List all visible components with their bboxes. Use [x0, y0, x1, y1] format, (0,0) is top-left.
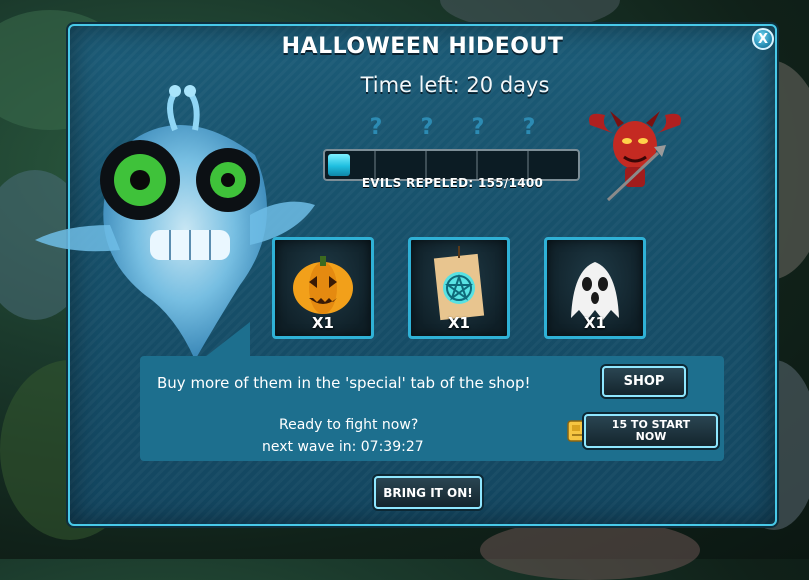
milestone-marker: ?: [420, 115, 434, 140]
bring-it-on-button[interactable]: BRING IT ON!: [374, 476, 482, 509]
progress-fill: [328, 154, 350, 176]
shop-button[interactable]: SHOP: [602, 366, 686, 397]
reward-slot-ghost[interactable]: X1: [544, 237, 646, 339]
reward-count: X1: [583, 314, 606, 332]
dialog-title: HALLOWEEN HIDEOUT: [281, 34, 564, 59]
progress-divider: [527, 151, 529, 179]
background-structure: [480, 520, 700, 580]
start-now-button[interactable]: 15 TO START NOW: [584, 414, 718, 448]
milestone-marker: ?: [522, 115, 536, 140]
time-left-label: Time left: 20 days: [360, 73, 550, 97]
ready-to-fight-text: Ready to fight now?: [279, 417, 419, 433]
shop-hint-text: Buy more of them in the 'special' tab of…: [157, 374, 531, 392]
wave-status: Ready to fight now? next wave in: 07:39:…: [262, 414, 462, 458]
speech-bubble-tail: [205, 322, 250, 357]
close-button[interactable]: X: [752, 28, 774, 50]
milestone-marker: ?: [369, 115, 383, 140]
progress-divider: [476, 151, 478, 179]
progress-divider: [425, 151, 427, 179]
milestone-marker: ?: [471, 115, 485, 140]
reward-count: X1: [447, 314, 470, 332]
next-wave-timer: next wave in: 07:39:27: [262, 439, 424, 455]
reward-slot-pumpkin[interactable]: X1: [272, 237, 374, 339]
devil-boss-icon: [589, 111, 681, 202]
reward-count: X1: [311, 314, 334, 332]
evils-repelled-label: EVILS REPELED: 155/1400: [361, 176, 544, 190]
progress-divider: [374, 151, 376, 179]
reward-slot-pentagram[interactable]: X1: [408, 237, 510, 339]
